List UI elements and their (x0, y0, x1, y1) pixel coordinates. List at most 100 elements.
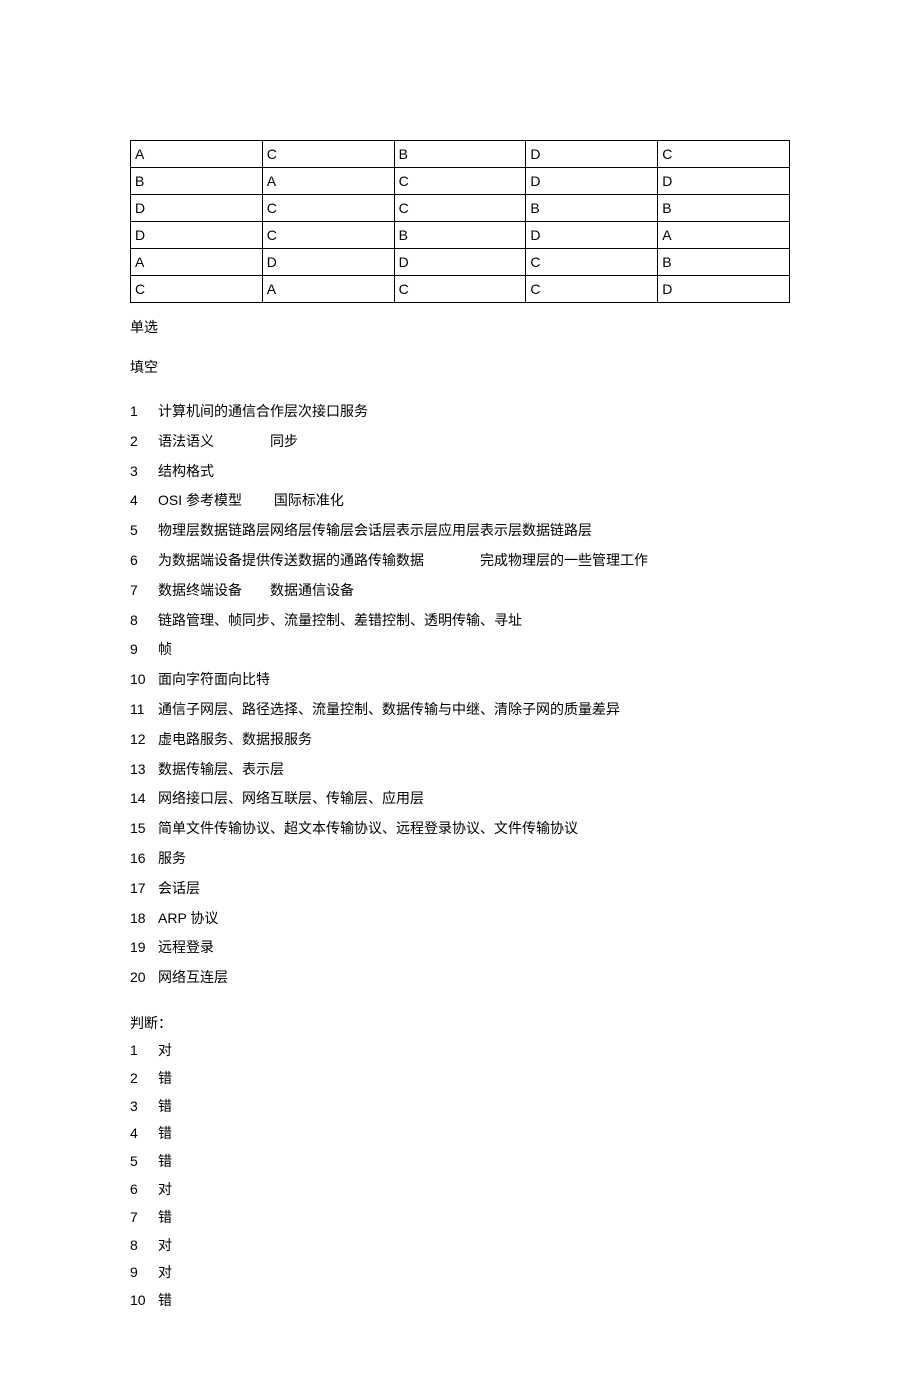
list-item: 2语法语义 同步 (130, 427, 790, 457)
table-cell: B (658, 195, 790, 222)
table-cell: D (131, 195, 263, 222)
table-cell: D (526, 168, 658, 195)
item-number: 3 (130, 1095, 158, 1119)
item-text: 会话层 (158, 877, 790, 901)
table-cell: D (131, 222, 263, 249)
list-item: 9对 (130, 1259, 790, 1287)
item-text: 对 (158, 1178, 790, 1202)
item-number: 12 (130, 728, 158, 752)
list-item: 19远程登录 (130, 933, 790, 963)
list-item: 10面向字符面向比特 (130, 665, 790, 695)
item-number: 9 (130, 638, 158, 662)
item-text: 数据终端设备 数据通信设备 (158, 579, 790, 603)
section-single-choice: 单选 (130, 317, 790, 337)
list-item: 12虚电路服务、数据报服务 (130, 725, 790, 755)
list-item: 3错 (130, 1093, 790, 1121)
table-row: D C B D A (131, 222, 790, 249)
table-row: B A C D D (131, 168, 790, 195)
table-cell: A (262, 276, 394, 303)
table-cell: D (658, 276, 790, 303)
table-cell: C (262, 222, 394, 249)
item-number: 13 (130, 758, 158, 782)
list-item: 10错 (130, 1287, 790, 1315)
table-row: A C B D C (131, 141, 790, 168)
item-text: 错 (158, 1067, 790, 1091)
item-number: 8 (130, 1234, 158, 1258)
table-cell: B (394, 222, 526, 249)
list-item: 4错 (130, 1120, 790, 1148)
item-number: 7 (130, 579, 158, 603)
item-number: 19 (130, 936, 158, 960)
item-text: 链路管理、帧同步、流量控制、差错控制、透明传输、寻址 (158, 609, 790, 633)
item-number: 2 (130, 430, 158, 454)
item-text: 语法语义 同步 (158, 430, 790, 454)
table-cell: D (526, 141, 658, 168)
section-fill-blank: 填空 (130, 357, 790, 377)
item-number: 8 (130, 609, 158, 633)
item-text: 对 (158, 1234, 790, 1258)
list-item: 11通信子网层、路径选择、流量控制、数据传输与中继、清除子网的质量差异 (130, 695, 790, 725)
table-row: A D D C B (131, 249, 790, 276)
item-text: 错 (158, 1095, 790, 1119)
item-text: 错 (158, 1122, 790, 1146)
item-number: 1 (130, 400, 158, 424)
item-text: 通信子网层、路径选择、流量控制、数据传输与中继、清除子网的质量差异 (158, 698, 790, 722)
item-text: 错 (158, 1289, 790, 1313)
item-number: 18 (130, 907, 158, 931)
item-number: 20 (130, 966, 158, 990)
item-text: 结构格式 (158, 460, 790, 484)
list-item: 18 ARP 协议 (130, 904, 790, 934)
list-item: 8链路管理、帧同步、流量控制、差错控制、透明传输、寻址 (130, 606, 790, 636)
item-number: 5 (130, 519, 158, 543)
item-text: 帧 (158, 638, 790, 662)
item-number: 10 (130, 668, 158, 692)
item-number: 14 (130, 787, 158, 811)
list-item: 7数据终端设备 数据通信设备 (130, 576, 790, 606)
item-number: 4 (130, 489, 158, 513)
table-cell: C (658, 141, 790, 168)
fill-blank-list: 1计算机间的通信合作层次接口服务 2语法语义 同步 3结构格式 4OSI 参考模… (130, 397, 790, 993)
table-row: D C C B B (131, 195, 790, 222)
item-text: 数据传输层、表示层 (158, 758, 790, 782)
list-item: 7错 (130, 1204, 790, 1232)
item-number: 9 (130, 1261, 158, 1285)
table-cell: D (394, 249, 526, 276)
item-text: 计算机间的通信合作层次接口服务 (158, 400, 790, 424)
item-text: 错 (158, 1206, 790, 1230)
table-cell: C (526, 276, 658, 303)
list-item: 2错 (130, 1065, 790, 1093)
answer-table-body: A C B D C B A C D D D C C B B D (131, 141, 790, 303)
item-text: 错 (158, 1150, 790, 1174)
item-text: 物理层数据链路层网络层传输层会话层表示层应用层表示层数据链路层 (158, 519, 790, 543)
list-item: 5物理层数据链路层网络层传输层会话层表示层应用层表示层数据链路层 (130, 516, 790, 546)
item-text: 网络接口层、网络互联层、传输层、应用层 (158, 787, 790, 811)
item-number: 1 (130, 1039, 158, 1063)
item-text: ARP 协议 (158, 907, 790, 931)
item-number: 17 (130, 877, 158, 901)
table-cell: C (526, 249, 658, 276)
list-item: 16服务 (130, 844, 790, 874)
table-cell: A (658, 222, 790, 249)
list-item: 6对 (130, 1176, 790, 1204)
section-judge: 判断： (130, 1013, 790, 1033)
table-cell: C (394, 276, 526, 303)
list-item: 13数据传输层、表示层 (130, 755, 790, 785)
judge-list: 1对 2错 3错 4错 5错 6对 7错 8对 9对 10错 (130, 1037, 790, 1315)
item-number: 10 (130, 1289, 158, 1313)
item-number: 16 (130, 847, 158, 871)
answer-table: A C B D C B A C D D D C C B B D (130, 140, 790, 303)
table-cell: B (394, 141, 526, 168)
item-text: 为数据端设备提供传送数据的通路传输数据 完成物理层的一些管理工作 (158, 549, 790, 573)
list-item: 1对 (130, 1037, 790, 1065)
list-item: 1计算机间的通信合作层次接口服务 (130, 397, 790, 427)
table-cell: C (394, 168, 526, 195)
table-cell: B (658, 249, 790, 276)
item-text: 网络互连层 (158, 966, 790, 990)
item-number: 6 (130, 1178, 158, 1202)
item-text: 面向字符面向比特 (158, 668, 790, 692)
item-number: 5 (130, 1150, 158, 1174)
document-page: A C B D C B A C D D D C C B B D (0, 0, 920, 1375)
table-cell: C (394, 195, 526, 222)
table-cell: A (131, 249, 263, 276)
list-item: 5错 (130, 1148, 790, 1176)
